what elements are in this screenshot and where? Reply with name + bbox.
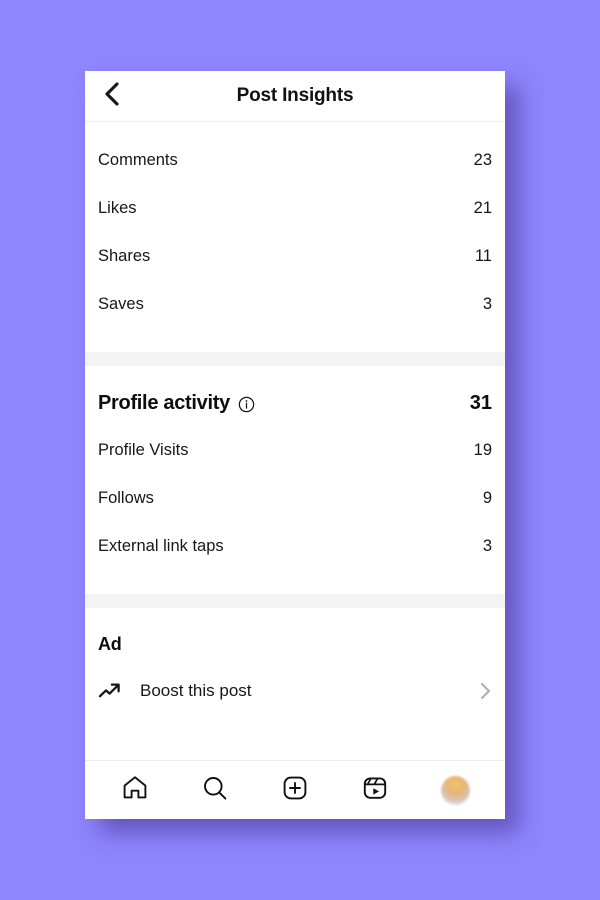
bottom-navbar — [85, 760, 505, 819]
boost-label: Boost this post — [140, 681, 252, 700]
trending-up-icon — [98, 681, 128, 701]
metric-label: Follows — [98, 488, 154, 507]
metric-label: Saves — [98, 294, 144, 313]
metric-value: 19 — [473, 440, 492, 459]
post-insights-screen: Post Insights Comments 23 Likes 21 Share… — [85, 71, 505, 819]
nav-home[interactable] — [111, 766, 159, 814]
table-row[interactable]: Shares 11 — [85, 232, 505, 280]
metric-label: Likes — [98, 198, 137, 217]
ad-section: Ad Boost this post — [85, 608, 505, 740]
section-divider — [85, 594, 505, 608]
nav-create[interactable] — [271, 766, 319, 814]
chevron-left-icon — [102, 81, 121, 112]
insights-body: Comments 23 Likes 21 Shares 11 Saves 3 P… — [85, 122, 505, 760]
profile-activity-section: Profile activity 31 Profile Visits 19 Fo… — [85, 366, 505, 594]
metric-label: Shares — [98, 246, 151, 265]
nav-profile[interactable] — [431, 766, 479, 814]
metric-label: External link taps — [98, 536, 224, 555]
table-row[interactable]: Likes 21 — [85, 184, 505, 232]
metric-value: 3 — [482, 536, 492, 555]
chevron-right-icon — [479, 681, 492, 701]
metric-value: 21 — [473, 198, 492, 217]
nav-reels[interactable] — [351, 766, 399, 814]
table-row[interactable]: Profile Visits 19 — [85, 426, 505, 474]
search-icon — [201, 774, 229, 807]
table-row[interactable]: Comments 23 — [85, 136, 505, 184]
section-title: Profile activity — [98, 391, 230, 414]
metric-value: 23 — [473, 150, 492, 169]
profile-activity-total: 31 — [469, 391, 492, 414]
table-row[interactable]: External link taps 3 — [85, 522, 505, 570]
metric-value: 9 — [482, 488, 492, 507]
page-title: Post Insights — [236, 85, 354, 106]
app-header: Post Insights — [85, 71, 505, 122]
metric-label: Profile Visits — [98, 440, 189, 459]
metric-value: 11 — [474, 246, 492, 265]
profile-activity-title-group: Profile activity — [98, 392, 255, 415]
table-row[interactable]: Follows 9 — [85, 474, 505, 522]
ad-section-title: Ad — [98, 633, 122, 654]
metric-label: Comments — [98, 150, 178, 169]
table-row[interactable]: Saves 3 — [85, 280, 505, 328]
section-divider — [85, 352, 505, 366]
avatar — [440, 775, 470, 805]
home-icon — [121, 774, 149, 807]
plus-square-icon — [281, 774, 309, 807]
info-circle-icon[interactable] — [238, 396, 255, 413]
nav-search[interactable] — [191, 766, 239, 814]
boost-this-post-button[interactable]: Boost this post — [85, 666, 505, 716]
reels-icon — [361, 774, 389, 807]
profile-activity-header: Profile activity 31 — [85, 380, 505, 426]
back-button[interactable] — [91, 71, 131, 121]
metric-value: 3 — [482, 294, 492, 313]
engagement-section: Comments 23 Likes 21 Shares 11 Saves 3 — [85, 122, 505, 352]
